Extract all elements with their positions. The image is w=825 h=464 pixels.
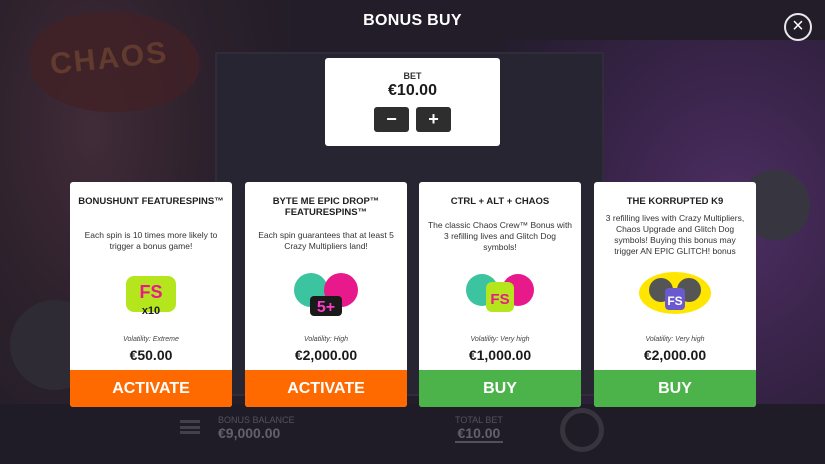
card-volatility: Volatility: High bbox=[303, 336, 349, 343]
bonus-card-byte-me: BYTE ME EPIC DROP™ FEATURESPINS™ Each sp… bbox=[245, 182, 407, 407]
svg-text:FS: FS bbox=[490, 291, 509, 308]
svg-text:x10: x10 bbox=[142, 305, 160, 317]
svg-text:FS: FS bbox=[667, 294, 682, 308]
card-price: €2,000.00 bbox=[643, 347, 707, 363]
svg-text:FS: FS bbox=[139, 282, 162, 302]
activate-button[interactable]: ACTIVATE bbox=[245, 370, 407, 407]
buy-button[interactable]: BUY bbox=[419, 370, 581, 407]
svg-text:5+: 5+ bbox=[317, 299, 335, 316]
buy-button[interactable]: BUY bbox=[594, 370, 756, 407]
bonus-card-ctrl-alt-chaos: CTRL + ALT + CHAOS The classic Chaos Cre… bbox=[419, 182, 581, 407]
card-volatility: Volatility: Very high bbox=[645, 336, 705, 343]
bet-decrease-button[interactable]: − bbox=[374, 107, 409, 132]
card-volatility: Volatility: Extreme bbox=[123, 336, 179, 343]
bet-value: €10.00 bbox=[388, 82, 437, 99]
card-description: The classic Chaos Crew™ Bonus with 3 ref… bbox=[427, 220, 573, 252]
bet-panel: BET €10.00 − + bbox=[325, 58, 500, 146]
card-title: BYTE ME EPIC DROP™ FEATURESPINS™ bbox=[272, 196, 380, 218]
activate-button[interactable]: ACTIVATE bbox=[70, 370, 232, 407]
bonus-card-korrupted-k9: THE KORRUPTED K9 3 refilling lives with … bbox=[594, 182, 756, 407]
chaos-crew-fs-icon: FS bbox=[466, 274, 534, 312]
close-icon[interactable]: × bbox=[784, 13, 812, 41]
card-price: €50.00 bbox=[129, 347, 173, 363]
card-title: BONUSHUNT FEATURESPINS™ bbox=[78, 196, 224, 207]
bet-increase-button[interactable]: + bbox=[416, 107, 451, 132]
multiplier-5plus-icon: 5+ bbox=[294, 273, 358, 316]
card-volatility: Volatility: Very high bbox=[470, 336, 530, 343]
card-description: Each spin guarantees that at least 5 Cra… bbox=[258, 230, 394, 251]
korrupted-k9-fs-icon: FS bbox=[639, 272, 711, 314]
card-description: 3 refilling lives with Crazy Multipliers… bbox=[605, 213, 745, 256]
card-title: CTRL + ALT + CHAOS bbox=[450, 196, 550, 207]
card-description: Each spin is 10 times more likely to tri… bbox=[84, 230, 218, 251]
card-title: THE KORRUPTED K9 bbox=[626, 196, 724, 207]
bet-label: BET bbox=[403, 71, 422, 81]
bonus-card-bonushunt: BONUSHUNT FEATURESPINS™ Each spin is 10 … bbox=[70, 182, 232, 407]
modal-title: BONUS BUY bbox=[363, 12, 462, 29]
card-price: €1,000.00 bbox=[468, 347, 532, 363]
featurespins-x10-icon: FS x10 bbox=[126, 276, 176, 317]
card-price: €2,000.00 bbox=[294, 347, 358, 363]
